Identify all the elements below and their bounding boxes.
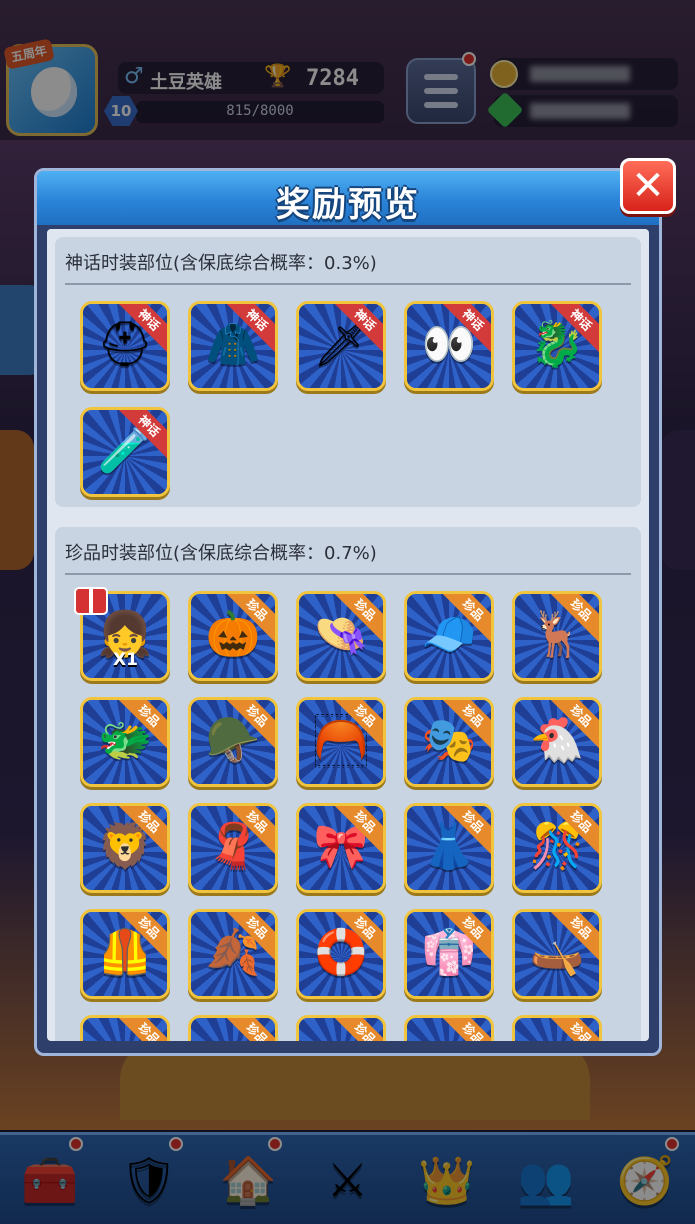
reward-item[interactable]: 👘 珍品 [404,909,494,999]
reward-item[interactable]: 🪖 珍品 [188,697,278,787]
reward-item[interactable]: 🗡 神话 [296,301,386,391]
item-quantity: X1 [113,650,138,670]
reward-item[interactable]: 🐉 神话 [512,301,602,391]
reward-item[interactable]: 🐔 珍品 [512,697,602,787]
section-title: 珍品时装部位(含保底综合概率：0.7%) [65,543,377,564]
reward-item[interactable]: 🦁 珍品 [80,803,170,893]
section-divider [65,283,631,285]
reward-item[interactable]: 👀 神话 [404,301,494,391]
close-button[interactable]: ✕ [620,158,676,214]
modal-title: 奖励预览 [276,185,420,225]
reward-item[interactable]: 🎃 珍品 [188,591,278,681]
section-title: 神话时装部位(含保底综合概率：0.3%) [65,253,377,274]
reward-item[interactable]: 珍品 [296,1015,386,1041]
reward-item[interactable]: 🎊 珍品 [512,803,602,893]
reward-item[interactable]: 🦺 珍品 [80,909,170,999]
reward-item[interactable]: ⛑ 神话 [80,301,170,391]
reward-item[interactable]: 🍂 珍品 [188,909,278,999]
modal-body[interactable]: 神话时装部位(含保底综合概率：0.3%) 珍品时装部位(含保底综合概率：0.7%… [47,229,649,1041]
reward-item[interactable]: 🧣 珍品 [188,803,278,893]
section-divider [65,573,631,575]
reward-item[interactable]: 珍品 [188,1015,278,1041]
reward-item[interactable]: 珍品 [512,1015,602,1041]
reward-item[interactable]: 🛟 珍品 [296,909,386,999]
reward-item[interactable]: 🧪 神话 [80,407,170,497]
reward-item[interactable]: 👗 珍品 [404,803,494,893]
reward-preview-modal: 奖励预览 神话时装部位(含保底综合概率：0.3%) 珍品时装部位(含保底综合概率… [34,168,662,1056]
reward-item[interactable]: 🧢 珍品 [404,591,494,681]
reward-item[interactable]: 👒 珍品 [296,591,386,681]
modal-header: 奖励预览 [37,171,659,225]
reward-item[interactable]: 🛶 珍品 [512,909,602,999]
gift-icon [74,587,108,615]
reward-item[interactable]: 🐲 珍品 [80,697,170,787]
reward-item[interactable]: 珍品 [404,1015,494,1041]
reward-item[interactable]: 🧥 神话 [188,301,278,391]
reward-item[interactable]: 🦌 珍品 [512,591,602,681]
close-icon: ✕ [631,163,665,209]
reward-item[interactable]: 珍品 [80,1015,170,1041]
reward-item[interactable]: 🦰 珍品 [296,697,386,787]
reward-item[interactable]: 🎭 珍品 [404,697,494,787]
reward-item[interactable]: 🎀 珍品 [296,803,386,893]
